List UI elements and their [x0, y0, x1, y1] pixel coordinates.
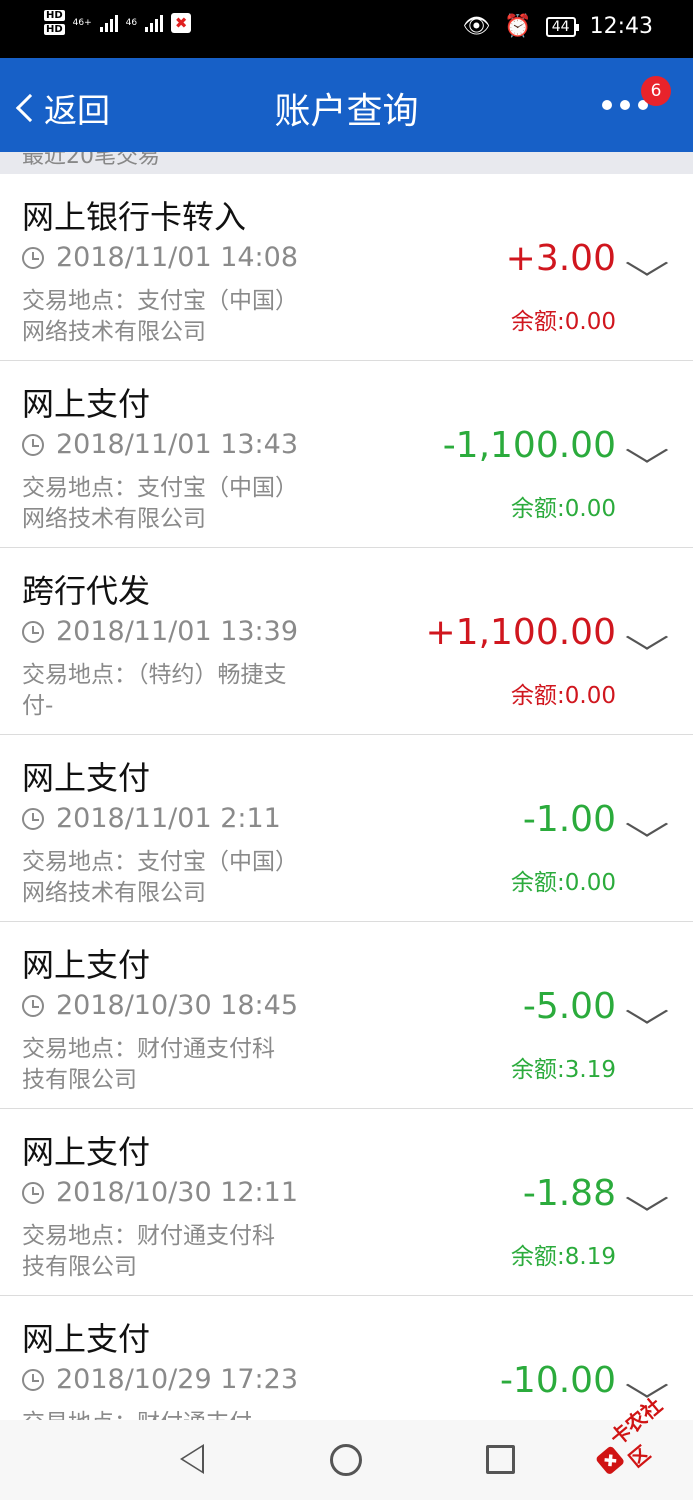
hd-icon: HD [44, 10, 65, 21]
list-section-header: 最近20笔交易 [0, 152, 693, 174]
transaction-balance: 余额:3.19 [511, 1057, 616, 1083]
transaction-time-text: 2018/10/30 12:11 [56, 1177, 299, 1208]
transaction-list: 网上银行卡转入 2018/11/01 14:08 交易地点：支付宝（中国）网络技… [0, 174, 693, 1420]
transaction-row[interactable]: 网上支付 2018/11/01 2:11 交易地点：支付宝（中国）网络技术有限公… [0, 735, 693, 922]
app-header: 返回 账户查询 6 [0, 58, 693, 152]
status-left: HD HD 46+ 46 ✖ [44, 10, 192, 35]
transaction-title: 网上支付 [22, 1320, 151, 1358]
page-title: 账户查询 [274, 91, 419, 132]
more-menu-button[interactable] [602, 100, 648, 110]
transaction-location: 交易地点：财付通支付科技有限公司 [22, 1223, 275, 1280]
more-dot-icon [602, 100, 612, 110]
transaction-time-text: 2018/10/29 17:23 [56, 1364, 299, 1395]
transaction-balance: 余额:0.00 [511, 870, 616, 896]
transaction-location: 交易地点：财付通支付科技有限公司 [22, 1036, 275, 1093]
chevron-down-icon[interactable] [625, 250, 669, 276]
transaction-time-text: 2018/11/01 13:43 [56, 429, 299, 460]
clock-icon [22, 994, 44, 1017]
transaction-amount: -1,100.00 [442, 425, 616, 466]
transaction-row[interactable]: 跨行代发 2018/11/01 13:39 交易地点：（特约）畅捷支付- +1,… [0, 548, 693, 735]
notification-app-icon: ✖ [171, 12, 192, 33]
chevron-down-icon[interactable] [625, 624, 669, 650]
transaction-location: 交易地点：支付宝（中国）网络技术有限公司 [22, 288, 287, 345]
clock-time: 12:43 [589, 14, 653, 39]
more-dot-icon [620, 100, 630, 110]
transaction-time: 2018/10/30 12:11 [22, 1177, 298, 1208]
clock-icon [22, 246, 44, 269]
transaction-amount: +1,100.00 [425, 612, 616, 653]
transaction-title: 网上支付 [22, 759, 151, 797]
transaction-time-text: 2018/11/01 2:11 [56, 803, 281, 834]
signal-icon [99, 14, 118, 32]
nav-back-icon-inner [183, 1447, 202, 1471]
transaction-row[interactable]: 网上支付 2018/10/29 17:23 交易地点：财付通支付 -10.00 [0, 1296, 693, 1420]
transaction-time: 2018/11/01 13:39 [22, 616, 298, 647]
transaction-location: 交易地点：（特约）畅捷支付- [22, 662, 287, 719]
network-type-label: 46+ [72, 17, 92, 28]
section-header-text: 最近20笔交易 [22, 152, 160, 169]
transaction-time: 2018/10/29 17:23 [22, 1364, 298, 1395]
transaction-location: 交易地点：支付宝（中国）网络技术有限公司 [22, 475, 287, 532]
nav-recents-icon[interactable] [486, 1445, 515, 1474]
transaction-time: 2018/11/01 14:08 [22, 242, 298, 273]
alarm-icon: ⏰ [504, 14, 532, 39]
chevron-down-icon[interactable] [625, 1185, 669, 1211]
transaction-amount: -5.00 [522, 986, 616, 1027]
transaction-row[interactable]: 网上支付 2018/10/30 18:45 交易地点：财付通支付科技有限公司 -… [0, 922, 693, 1109]
notification-badge: 6 [641, 76, 671, 106]
chevron-down-icon[interactable] [625, 437, 669, 463]
transaction-balance: 余额:0.00 [511, 683, 616, 709]
system-nav-bar [0, 1420, 693, 1500]
transaction-time: 2018/10/30 18:45 [22, 990, 298, 1021]
transaction-time: 2018/11/01 2:11 [22, 803, 281, 834]
clock-icon [22, 1181, 44, 1204]
transaction-location: 交易地点：支付宝（中国）网络技术有限公司 [22, 849, 287, 906]
status-right: 👁 ⏰ 44 12:43 [462, 14, 653, 39]
transaction-title: 网上支付 [22, 385, 151, 423]
transaction-title: 网上支付 [22, 946, 151, 984]
transaction-amount: +3.00 [505, 238, 616, 279]
transaction-location: 交易地点：财付通支付 [22, 1408, 292, 1420]
transaction-amount: -1.88 [522, 1173, 616, 1214]
clock-icon [22, 807, 44, 830]
transaction-time-text: 2018/11/01 13:39 [56, 616, 299, 647]
transaction-balance: 余额:0.00 [511, 496, 616, 522]
battery-icon: 44 [545, 16, 579, 37]
chevron-down-icon[interactable] [625, 811, 669, 837]
clock-icon [22, 433, 44, 456]
transaction-time-text: 2018/10/30 18:45 [56, 990, 299, 1021]
transaction-amount: -10.00 [499, 1360, 616, 1401]
transaction-amount: -1.00 [522, 799, 616, 840]
status-bar: HD HD 46+ 46 ✖ 👁 ⏰ 44 12:43 [0, 0, 693, 58]
transaction-title: 网上银行卡转入 [22, 198, 247, 236]
hd-indicators: HD HD [44, 10, 65, 35]
transaction-balance: 余额:0.00 [511, 309, 616, 335]
transaction-time: 2018/11/01 13:43 [22, 429, 298, 460]
hd-icon: HD [44, 24, 65, 35]
clock-icon [22, 1368, 44, 1391]
transaction-time-text: 2018/11/01 14:08 [56, 242, 299, 273]
nav-home-icon[interactable] [330, 1444, 362, 1476]
transaction-title: 跨行代发 [22, 572, 151, 610]
clock-icon [22, 620, 44, 643]
transaction-row[interactable]: 网上支付 2018/11/01 13:43 交易地点：支付宝（中国）网络技术有限… [0, 361, 693, 548]
chevron-down-icon[interactable] [625, 998, 669, 1024]
transaction-title: 网上支付 [22, 1133, 151, 1171]
transaction-balance: 余额:8.19 [511, 1244, 616, 1270]
transaction-row[interactable]: 网上银行卡转入 2018/11/01 14:08 交易地点：支付宝（中国）网络技… [0, 174, 693, 361]
transaction-row[interactable]: 网上支付 2018/10/30 12:11 交易地点：财付通支付科技有限公司 -… [0, 1109, 693, 1296]
network-type-label: 46 [125, 17, 138, 28]
eye-icon: 👁 [462, 14, 491, 39]
signal-icon [145, 14, 164, 32]
